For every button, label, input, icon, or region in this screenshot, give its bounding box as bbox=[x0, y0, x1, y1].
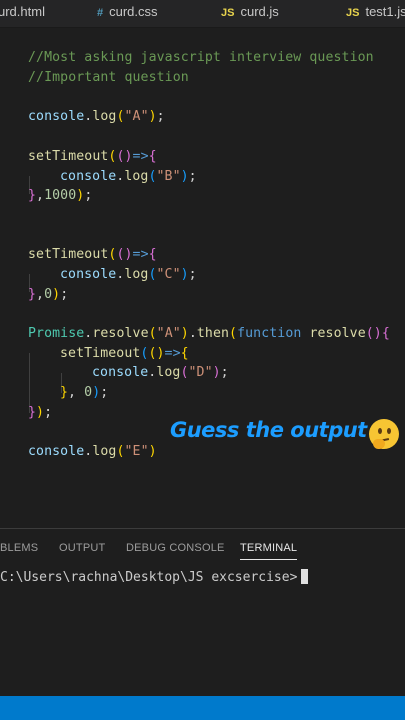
code-line-7: console.log("B"); bbox=[60, 169, 197, 184]
tab-label: curd.js bbox=[240, 4, 279, 19]
status-bar bbox=[0, 696, 405, 720]
tab-terminal[interactable]: TERMINAL bbox=[240, 537, 298, 560]
tab-label: curd.css bbox=[109, 4, 158, 19]
terminal-cursor bbox=[301, 569, 309, 584]
tab-debug-console[interactable]: DEBUG CONSOLE bbox=[126, 537, 225, 559]
terminal-prompt: C:\Users\rachna\Desktop\JS excsercise> bbox=[0, 570, 298, 585]
js-file-icon: JS bbox=[346, 7, 360, 19]
code-line-13: },0); bbox=[28, 287, 69, 302]
code-line-16: setTimeout(()=>{ bbox=[60, 346, 189, 361]
code-line-19: }); bbox=[28, 405, 53, 420]
tab-curd-html[interactable]: urd.html bbox=[0, 0, 45, 27]
tab-label: test1.js bbox=[365, 4, 405, 19]
tab-test1-js[interactable]: JS test1.js bbox=[346, 0, 405, 27]
code-line-15: Promise.resolve("A").then(function resol… bbox=[28, 326, 390, 341]
code-line-1: //Most asking javascript interview quest… bbox=[28, 50, 374, 65]
code-line-21: console.log("E") bbox=[28, 444, 157, 459]
code-line-12: console.log("C"); bbox=[60, 267, 197, 282]
code-line-8: },1000); bbox=[28, 188, 93, 203]
tab-curd-js[interactable]: JS curd.js bbox=[221, 0, 279, 27]
tab-curd-css[interactable]: # curd.css bbox=[97, 0, 158, 27]
terminal-prompt-line[interactable]: C:\Users\rachna\Desktop\JS excsercise> bbox=[0, 569, 309, 585]
tab-output[interactable]: OUTPUT bbox=[59, 537, 105, 559]
thinking-face-icon bbox=[369, 419, 399, 449]
code-line-2: //Important question bbox=[28, 70, 189, 85]
tab-problems[interactable]: BLEMS bbox=[0, 537, 38, 559]
js-file-icon: JS bbox=[221, 7, 235, 19]
guess-output-caption: Guess the output bbox=[170, 418, 367, 442]
css-file-icon: # bbox=[97, 7, 104, 19]
code-line-11: setTimeout(()=>{ bbox=[28, 247, 157, 262]
bottom-panel: BLEMS OUTPUT DEBUG CONSOLE TERMINAL C:\U… bbox=[0, 528, 405, 697]
code-line-6: setTimeout(()=>{ bbox=[28, 149, 157, 164]
code-line-18: }, 0); bbox=[60, 385, 109, 400]
editor-tab-bar: urd.html # curd.css JS curd.js JS test1.js bbox=[0, 0, 405, 28]
code-line-17: console.log("D"); bbox=[92, 365, 229, 380]
code-line-4: console.log("A"); bbox=[28, 109, 165, 124]
tab-label: urd.html bbox=[0, 4, 45, 19]
code-editor[interactable]: //Most asking javascript interview quest… bbox=[0, 28, 405, 528]
